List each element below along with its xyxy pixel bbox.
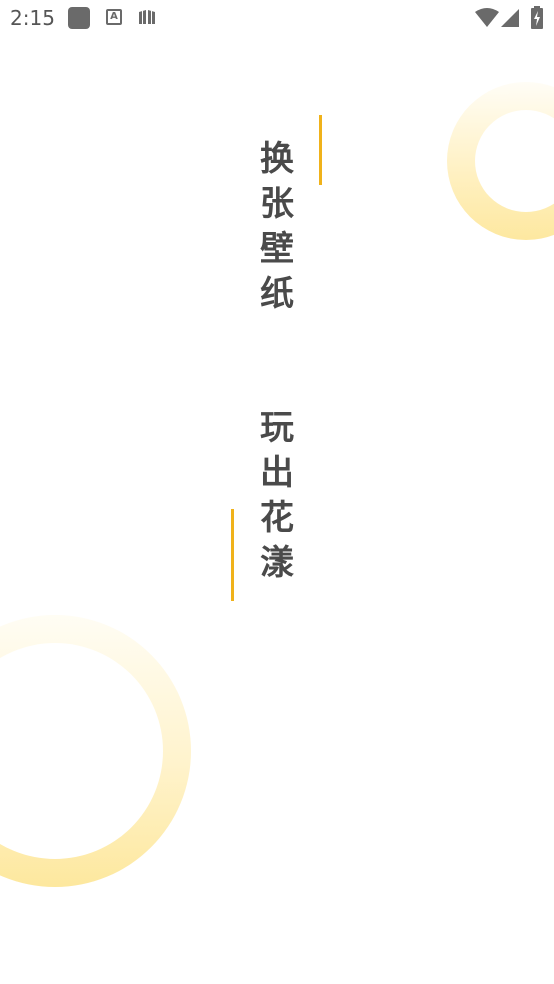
slogan-char: 出 (260, 453, 294, 493)
battery-charging-icon (531, 6, 543, 29)
slogan-char: 张 (260, 184, 294, 224)
status-bar: 2:15 A (0, 0, 554, 38)
slogan-char: 花 (260, 498, 294, 538)
splash-screen: 2:15 A 换 张 壁 纸 玩 出 花 漾 (0, 0, 554, 984)
cell-signal-icon (501, 9, 519, 27)
status-time: 2:15 (10, 6, 55, 30)
app-icon (68, 7, 90, 29)
slogan-char: 玩 (260, 408, 294, 448)
accent-bar-bottom (231, 509, 234, 601)
slogan-char: 纸 (260, 274, 294, 314)
slogan-char: 换 (260, 139, 294, 179)
decorative-ring-bottom (0, 615, 191, 887)
text-a-icon: A (106, 9, 122, 25)
slogan-line-2: 玩 出 花 漾 (255, 406, 299, 586)
slogan-char: 漾 (260, 543, 294, 583)
slogan-line-1: 换 张 壁 纸 (255, 137, 299, 317)
slogan-char: 壁 (260, 229, 294, 269)
wifi-icon (475, 8, 499, 27)
decorative-ring-top (447, 82, 554, 240)
book-icon (139, 10, 155, 24)
accent-bar-top (319, 115, 322, 185)
